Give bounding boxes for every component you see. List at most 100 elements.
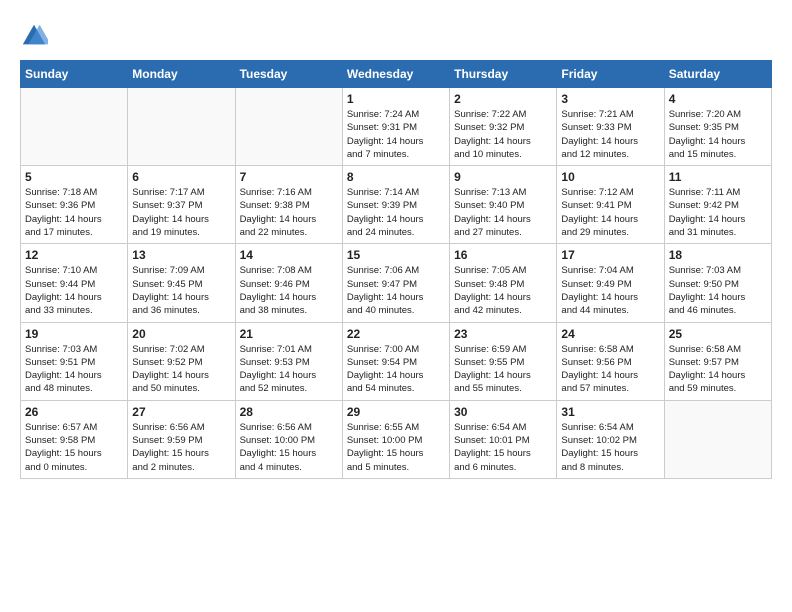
day-number: 14: [240, 248, 338, 262]
day-info: Sunrise: 7:22 AM Sunset: 9:32 PM Dayligh…: [454, 108, 552, 161]
day-info: Sunrise: 6:55 AM Sunset: 10:00 PM Daylig…: [347, 421, 445, 474]
day-info: Sunrise: 7:04 AM Sunset: 9:49 PM Dayligh…: [561, 264, 659, 317]
weekday-header: Thursday: [450, 61, 557, 88]
day-number: 21: [240, 327, 338, 341]
calendar-cell: 6Sunrise: 7:17 AM Sunset: 9:37 PM Daylig…: [128, 166, 235, 244]
day-info: Sunrise: 7:12 AM Sunset: 9:41 PM Dayligh…: [561, 186, 659, 239]
calendar: SundayMondayTuesdayWednesdayThursdayFrid…: [20, 60, 772, 479]
day-info: Sunrise: 6:54 AM Sunset: 10:02 PM Daylig…: [561, 421, 659, 474]
calendar-cell: 8 Sunrise: 7:14 AM Sunset: 9:39 PM Daylig…: [342, 166, 449, 244]
calendar-week-row: 19 Sunrise: 7:03 AM Sunset: 9:51 PM Dayli…: [21, 322, 772, 400]
calendar-cell: 21 Sunrise: 7:01 AM Sunset: 9:53 PM Dayli…: [235, 322, 342, 400]
calendar-cell: 22 Sunrise: 7:00 AM Sunset: 9:54 PM Dayli…: [342, 322, 449, 400]
day-info: Sunrise: 7:24 AM Sunset: 9:31 PM Dayligh…: [347, 108, 445, 161]
weekday-header: Saturday: [664, 61, 771, 88]
day-info: Sunrise: 7:16 AM Sunset: 9:38 PM Dayligh…: [240, 186, 338, 239]
calendar-cell: 18 Sunrise: 7:03 AM Sunset: 9:50 PM Dayli…: [664, 244, 771, 322]
day-info: Sunrise: 7:00 AM Sunset: 9:54 PM Dayligh…: [347, 343, 445, 396]
day-info: Sunrise: 6:58 AM Sunset: 9:56 PM Dayligh…: [561, 343, 659, 396]
day-number: 5: [25, 170, 123, 184]
calendar-cell: [21, 88, 128, 166]
day-info: Sunrise: 6:56 AM Sunset: 9:59 PM Dayligh…: [132, 421, 230, 474]
calendar-cell: 17 Sunrise: 7:04 AM Sunset: 9:49 PM Dayli…: [557, 244, 664, 322]
calendar-cell: 28Sunrise: 6:56 AM Sunset: 10:00 PM Dayl…: [235, 400, 342, 478]
day-number: 9: [454, 170, 552, 184]
day-info: Sunrise: 6:58 AM Sunset: 9:57 PM Dayligh…: [669, 343, 767, 396]
weekday-header: Tuesday: [235, 61, 342, 88]
weekday-header: Sunday: [21, 61, 128, 88]
day-number: 2: [454, 92, 552, 106]
weekday-header: Friday: [557, 61, 664, 88]
calendar-cell: 24 Sunrise: 6:58 AM Sunset: 9:56 PM Dayli…: [557, 322, 664, 400]
logo-icon: [20, 22, 48, 50]
day-info: Sunrise: 7:18 AM Sunset: 9:36 PM Dayligh…: [25, 186, 123, 239]
calendar-cell: 25 Sunrise: 6:58 AM Sunset: 9:57 PM Dayli…: [664, 322, 771, 400]
day-info: Sunrise: 6:57 AM Sunset: 9:58 PM Dayligh…: [25, 421, 123, 474]
day-number: 31: [561, 405, 659, 419]
day-number: 4: [669, 92, 767, 106]
day-number: 8: [347, 170, 445, 184]
day-info: Sunrise: 7:01 AM Sunset: 9:53 PM Dayligh…: [240, 343, 338, 396]
calendar-week-row: 5 Sunrise: 7:18 AM Sunset: 9:36 PM Daylig…: [21, 166, 772, 244]
day-info: Sunrise: 7:02 AM Sunset: 9:52 PM Dayligh…: [132, 343, 230, 396]
calendar-cell: 23Sunrise: 6:59 AM Sunset: 9:55 PM Dayli…: [450, 322, 557, 400]
calendar-cell: 3Sunrise: 7:21 AM Sunset: 9:33 PM Daylig…: [557, 88, 664, 166]
day-info: Sunrise: 7:13 AM Sunset: 9:40 PM Dayligh…: [454, 186, 552, 239]
day-number: 30: [454, 405, 552, 419]
day-number: 17: [561, 248, 659, 262]
day-info: Sunrise: 6:54 AM Sunset: 10:01 PM Daylig…: [454, 421, 552, 474]
calendar-week-row: 1 Sunrise: 7:24 AM Sunset: 9:31 PM Daylig…: [21, 88, 772, 166]
day-number: 26: [25, 405, 123, 419]
day-info: Sunrise: 7:09 AM Sunset: 9:45 PM Dayligh…: [132, 264, 230, 317]
calendar-cell: 1 Sunrise: 7:24 AM Sunset: 9:31 PM Daylig…: [342, 88, 449, 166]
calendar-cell: 7 Sunrise: 7:16 AM Sunset: 9:38 PM Daylig…: [235, 166, 342, 244]
day-info: Sunrise: 7:21 AM Sunset: 9:33 PM Dayligh…: [561, 108, 659, 161]
calendar-cell: 29 Sunrise: 6:55 AM Sunset: 10:00 PM Dayl…: [342, 400, 449, 478]
day-info: Sunrise: 7:03 AM Sunset: 9:50 PM Dayligh…: [669, 264, 767, 317]
calendar-cell: 16Sunrise: 7:05 AM Sunset: 9:48 PM Dayli…: [450, 244, 557, 322]
day-number: 13: [132, 248, 230, 262]
calendar-cell: [664, 400, 771, 478]
logo: [20, 20, 52, 50]
calendar-cell: 2 Sunrise: 7:22 AM Sunset: 9:32 PM Daylig…: [450, 88, 557, 166]
day-info: Sunrise: 7:08 AM Sunset: 9:46 PM Dayligh…: [240, 264, 338, 317]
day-number: 27: [132, 405, 230, 419]
calendar-cell: [128, 88, 235, 166]
day-info: Sunrise: 7:20 AM Sunset: 9:35 PM Dayligh…: [669, 108, 767, 161]
day-info: Sunrise: 7:14 AM Sunset: 9:39 PM Dayligh…: [347, 186, 445, 239]
day-info: Sunrise: 7:03 AM Sunset: 9:51 PM Dayligh…: [25, 343, 123, 396]
day-number: 7: [240, 170, 338, 184]
page-header: [20, 20, 772, 50]
day-info: Sunrise: 6:59 AM Sunset: 9:55 PM Dayligh…: [454, 343, 552, 396]
calendar-cell: 31 Sunrise: 6:54 AM Sunset: 10:02 PM Dayl…: [557, 400, 664, 478]
calendar-week-row: 26 Sunrise: 6:57 AM Sunset: 9:58 PM Dayli…: [21, 400, 772, 478]
calendar-cell: 27 Sunrise: 6:56 AM Sunset: 9:59 PM Dayli…: [128, 400, 235, 478]
day-number: 25: [669, 327, 767, 341]
calendar-week-row: 12Sunrise: 7:10 AM Sunset: 9:44 PM Dayli…: [21, 244, 772, 322]
day-number: 20: [132, 327, 230, 341]
day-number: 6: [132, 170, 230, 184]
day-number: 24: [561, 327, 659, 341]
calendar-cell: 30 Sunrise: 6:54 AM Sunset: 10:01 PM Dayl…: [450, 400, 557, 478]
day-number: 18: [669, 248, 767, 262]
day-info: Sunrise: 7:10 AM Sunset: 9:44 PM Dayligh…: [25, 264, 123, 317]
day-number: 1: [347, 92, 445, 106]
day-info: Sunrise: 7:11 AM Sunset: 9:42 PM Dayligh…: [669, 186, 767, 239]
day-number: 10: [561, 170, 659, 184]
calendar-cell: 20 Sunrise: 7:02 AM Sunset: 9:52 PM Dayli…: [128, 322, 235, 400]
day-number: 22: [347, 327, 445, 341]
day-number: 16: [454, 248, 552, 262]
day-number: 15: [347, 248, 445, 262]
calendar-cell: [235, 88, 342, 166]
day-number: 11: [669, 170, 767, 184]
calendar-cell: 11 Sunrise: 7:11 AM Sunset: 9:42 PM Dayli…: [664, 166, 771, 244]
day-info: Sunrise: 6:56 AM Sunset: 10:00 PM Daylig…: [240, 421, 338, 474]
calendar-cell: 4 Sunrise: 7:20 AM Sunset: 9:35 PM Daylig…: [664, 88, 771, 166]
calendar-cell: 26 Sunrise: 6:57 AM Sunset: 9:58 PM Dayli…: [21, 400, 128, 478]
calendar-cell: 14 Sunrise: 7:08 AM Sunset: 9:46 PM Dayli…: [235, 244, 342, 322]
calendar-cell: 12Sunrise: 7:10 AM Sunset: 9:44 PM Dayli…: [21, 244, 128, 322]
day-number: 29: [347, 405, 445, 419]
calendar-cell: 9 Sunrise: 7:13 AM Sunset: 9:40 PM Daylig…: [450, 166, 557, 244]
calendar-cell: 19 Sunrise: 7:03 AM Sunset: 9:51 PM Dayli…: [21, 322, 128, 400]
day-number: 19: [25, 327, 123, 341]
